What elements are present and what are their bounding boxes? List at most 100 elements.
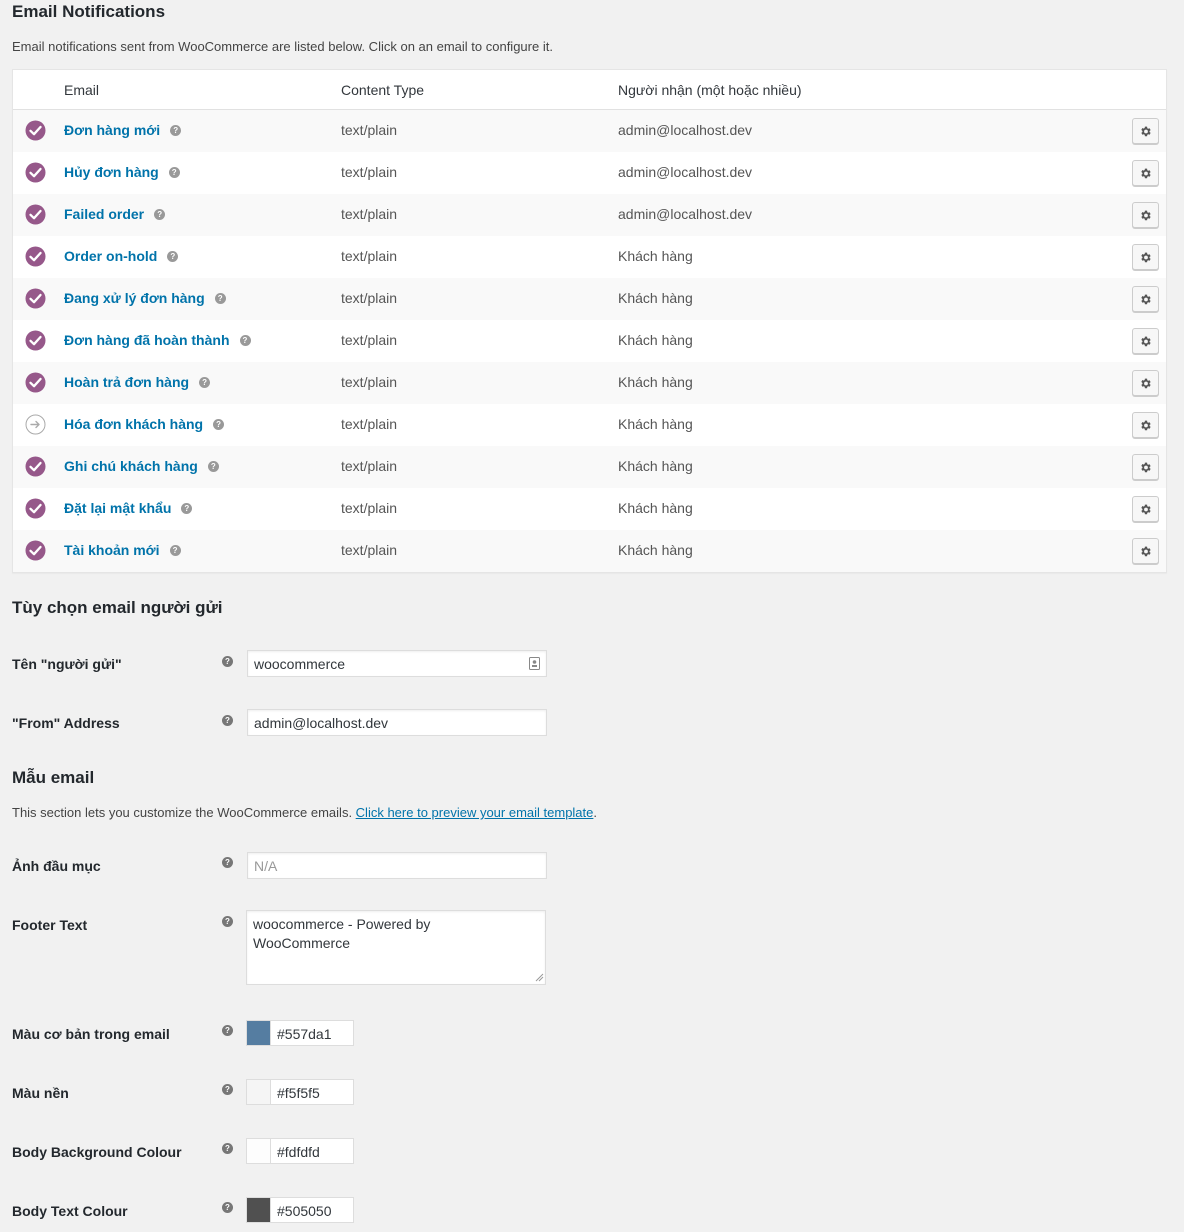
recipient-cell: Khách hàng [618,248,693,264]
enabled-check-icon [25,456,46,477]
help-icon[interactable]: ? [207,460,219,472]
enabled-check-icon [25,120,46,141]
help-icon[interactable]: ? [222,1084,233,1095]
header-image-placeholder: N/A [254,857,278,874]
content-type-cell: text/plain [341,416,398,432]
enabled-check-icon [25,498,46,519]
table-row[interactable]: Order on-hold? text/plain Khách hàng [13,236,1166,278]
help-icon[interactable]: ? [168,166,180,178]
help-icon[interactable]: ? [181,502,193,514]
gear-icon [1141,462,1151,472]
footer-text-textarea[interactable]: woocommerce - Powered by WooCommerce [246,910,546,985]
help-icon[interactable]: ? [222,1143,233,1154]
gear-icon [1141,336,1151,346]
content-type-cell: text/plain [341,332,398,348]
help-icon[interactable]: ? [199,376,211,388]
content-type-cell: text/plain [341,374,398,390]
content-type-cell: text/plain [341,458,398,474]
color-swatch[interactable] [246,1138,270,1164]
help-icon[interactable]: ? [154,208,166,220]
configure-button[interactable] [1132,328,1159,354]
help-icon[interactable]: ? [214,292,226,304]
email-name-link[interactable]: Đơn hàng mới? [64,122,182,138]
gear-icon [1141,294,1151,304]
from-name-value: woocommerce [254,655,346,672]
color-value-input[interactable]: #557da1 [270,1020,354,1046]
email-name-link[interactable]: Đặt lại mật khẩu? [64,500,193,516]
color-value-input[interactable]: #fdfdfd [270,1138,354,1164]
color-value-input[interactable]: #f5f5f5 [270,1079,354,1105]
enabled-check-icon [25,372,46,393]
manual-arrow-icon [25,414,46,435]
table-row[interactable]: Hóa đơn khách hàng? text/plain Khách hàng [13,404,1166,446]
enabled-check-icon [25,246,46,267]
help-icon[interactable]: ? [170,124,182,136]
table-row[interactable]: Đơn hàng mới? text/plain admin@localhost.d… [13,110,1166,152]
from-name-label: Tên "người gửi" [12,656,122,672]
email-name-link[interactable]: Failed order? [64,206,166,222]
recipient-cell: Khách hàng [618,458,693,474]
table-row[interactable]: Hoàn trả đơn hàng? text/plain Khách hàng [13,362,1166,404]
gear-icon [1141,252,1151,262]
email-name-link[interactable]: Đơn hàng đã hoàn thành? [64,332,251,348]
table-row[interactable]: Failed order? text/plain admin@localhost.d… [13,194,1166,236]
email-name-link[interactable]: Tài khoản mới? [64,542,181,558]
content-type-cell: text/plain [341,290,398,306]
table-row[interactable]: Đang xử lý đơn hàng? text/plain Khách hàng [13,278,1166,320]
color-label: Màu nền [12,1085,69,1101]
recipient-cell: Khách hàng [618,290,693,306]
template-description-text: This section lets you customize the WooC… [12,805,356,820]
recipient-cell: admin@localhost.dev [618,122,753,138]
email-name: Hoàn trả đơn hàng [64,374,190,390]
header-image-input[interactable]: N/A [247,852,547,879]
configure-button[interactable] [1132,496,1159,522]
help-icon[interactable]: ? [222,857,233,868]
email-name-link[interactable]: Hóa đơn khách hàng? [64,416,225,432]
gear-icon [1141,420,1151,430]
configure-button[interactable] [1132,202,1159,228]
configure-button[interactable] [1132,286,1159,312]
help-icon[interactable]: ? [222,1202,233,1213]
email-name-link[interactable]: Order on-hold? [64,248,179,264]
table-row[interactable]: Đặt lại mật khẩu? text/plain Khách hàng [13,488,1166,530]
configure-button[interactable] [1132,244,1159,270]
color-value-input[interactable]: #505050 [270,1197,354,1223]
configure-button[interactable] [1132,454,1159,480]
email-name-link[interactable]: Ghi chú khách hàng? [64,458,219,474]
email-name-link[interactable]: Đang xử lý đơn hàng? [64,290,226,306]
email-notifications-table: Email Content Type Người nhận (một hoặc … [12,69,1167,573]
configure-button[interactable] [1132,118,1159,144]
gear-icon [1141,126,1151,136]
configure-button[interactable] [1132,370,1159,396]
help-icon[interactable]: ? [167,250,179,262]
table-row[interactable]: Hủy đơn hàng? text/plain admin@localhost.d… [13,152,1166,194]
help-icon[interactable]: ? [239,334,251,346]
column-header-email: Email [64,82,100,98]
template-description-end: . [593,805,598,820]
from-name-input[interactable]: woocommerce [247,650,547,677]
help-icon[interactable]: ? [222,715,233,726]
table-body: Đơn hàng mới? text/plain admin@localhost.d… [13,110,1166,572]
from-address-input[interactable]: admin@localhost.dev [247,709,547,736]
color-swatch[interactable] [246,1197,270,1223]
color-swatch[interactable] [246,1020,270,1046]
resize-handle-icon[interactable] [535,973,544,982]
help-icon[interactable]: ? [222,1025,233,1036]
preview-template-link[interactable]: Click here to preview your email templat… [356,805,594,820]
help-icon[interactable]: ? [222,916,233,927]
help-icon[interactable]: ? [213,418,225,430]
table-row[interactable]: Ghi chú khách hàng? text/plain Khách hàng [13,446,1166,488]
page-description: Email notifications sent from WooCommerc… [12,39,553,54]
configure-button[interactable] [1132,160,1159,186]
help-icon[interactable]: ? [169,544,181,556]
email-name: Đơn hàng đã hoàn thành [64,332,230,348]
table-row[interactable]: Đơn hàng đã hoàn thành? text/plain Khách h… [13,320,1166,362]
color-swatch[interactable] [246,1079,270,1105]
email-name-link[interactable]: Hủy đơn hàng? [64,164,180,180]
table-row[interactable]: Tài khoản mới? text/plain Khách hàng [13,530,1166,572]
email-name-link[interactable]: Hoàn trả đơn hàng? [64,374,211,390]
configure-button[interactable] [1132,538,1159,564]
recipient-cell: Khách hàng [618,416,693,432]
help-icon[interactable]: ? [222,656,233,667]
configure-button[interactable] [1132,412,1159,438]
